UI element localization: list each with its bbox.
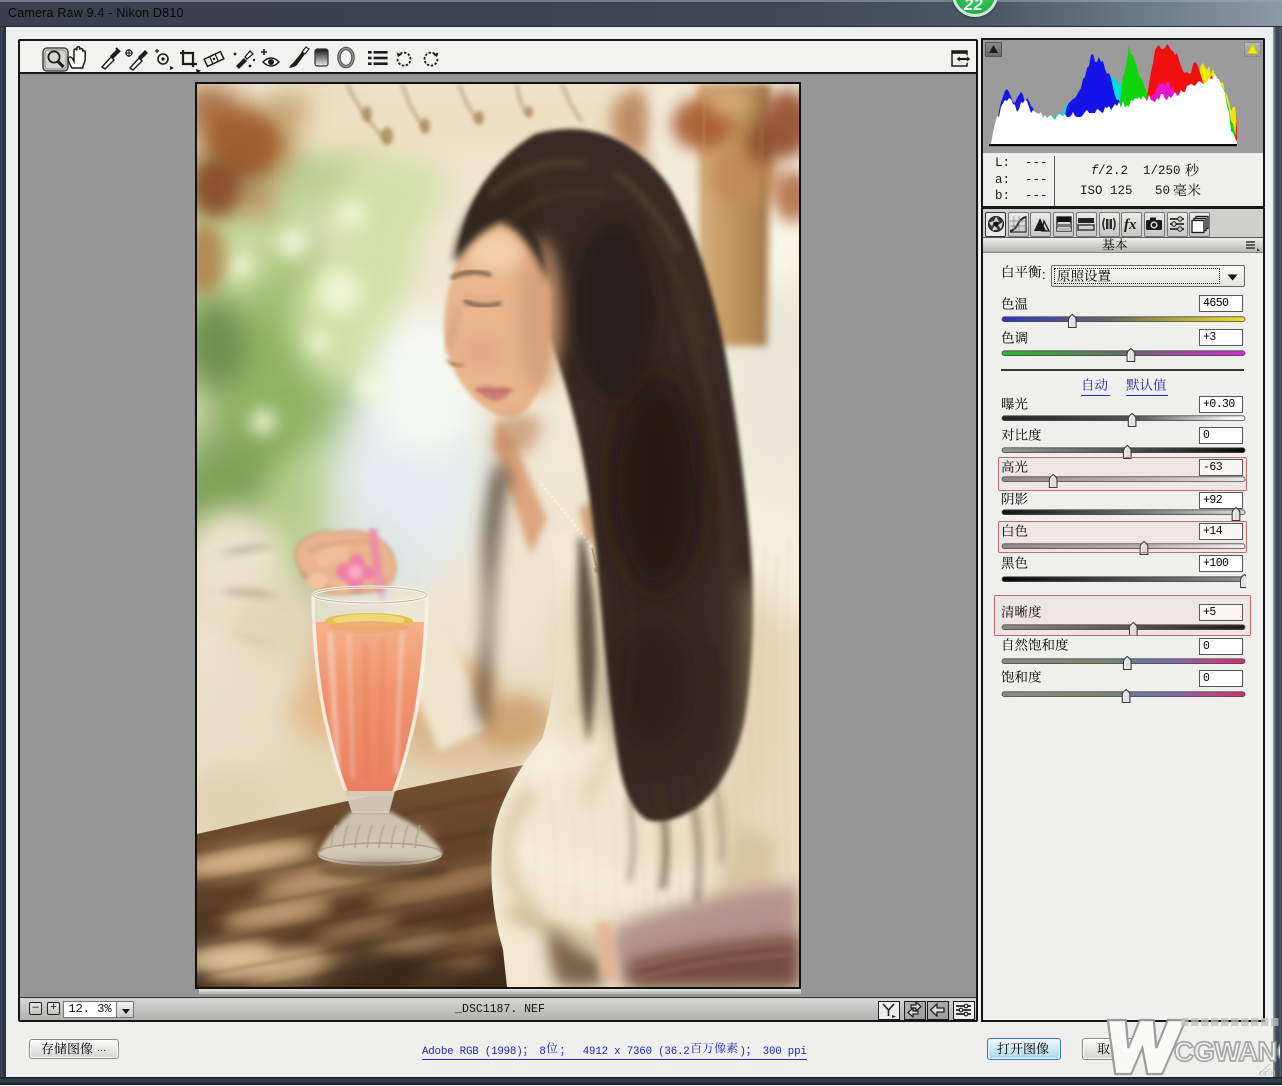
svg-text:fx: fx <box>1124 217 1137 233</box>
